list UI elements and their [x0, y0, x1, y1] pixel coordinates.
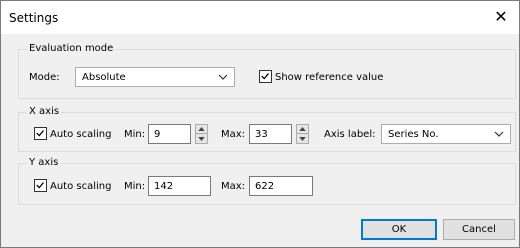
evaluation-mode-label: Evaluation mode: [27, 43, 116, 54]
x-max-value: 33: [255, 129, 268, 140]
mode-select[interactable]: Absolute: [75, 67, 235, 87]
x-max-input[interactable]: 33: [249, 124, 292, 144]
x-min-input[interactable]: 9: [148, 124, 191, 144]
y-min-input[interactable]: 142: [148, 176, 211, 196]
x-auto-scaling-checkbox[interactable]: [34, 127, 47, 140]
y-min-label: Min:: [124, 181, 146, 192]
x-axis-group: X axis Auto scaling Min: 9 Max: 33 Axis …: [18, 106, 516, 152]
chevron-down-icon: [218, 74, 228, 80]
mode-select-value: Absolute: [82, 72, 126, 83]
y-axis-label: Y axis: [27, 157, 61, 168]
checkmark-icon: [261, 73, 269, 80]
axis-label-label: Axis label:: [324, 129, 376, 140]
show-reference-label[interactable]: Show reference value: [275, 72, 383, 83]
cancel-button[interactable]: Cancel: [443, 219, 515, 240]
x-max-label: Max:: [221, 129, 246, 140]
window-title: Settings: [9, 11, 59, 25]
y-max-value: 622: [255, 181, 275, 192]
spinner-down-icon[interactable]: [196, 134, 207, 143]
x-axis-label: X axis: [27, 106, 62, 117]
spinner-up-icon[interactable]: [297, 125, 308, 134]
settings-dialog: Settings ✕ Evaluation mode Mode: Absolut…: [0, 0, 520, 248]
x-max-spinner[interactable]: [296, 124, 309, 144]
evaluation-mode-group: Evaluation mode Mode: Absolute Show refe…: [18, 43, 516, 99]
y-axis-group: Y axis Auto scaling Min: 142 Max: 622: [18, 157, 516, 205]
x-min-value: 9: [154, 129, 161, 140]
mode-label: Mode:: [29, 72, 60, 83]
axis-label-value: Series No.: [388, 129, 439, 140]
y-max-input[interactable]: 622: [249, 176, 313, 196]
x-min-label: Min:: [124, 129, 146, 140]
show-reference-checkbox[interactable]: [259, 70, 272, 83]
spinner-up-icon[interactable]: [196, 125, 207, 134]
close-icon[interactable]: ✕: [491, 7, 511, 27]
ok-button[interactable]: OK: [361, 219, 437, 240]
chevron-down-icon: [494, 131, 504, 137]
y-auto-scaling-checkbox[interactable]: [34, 179, 47, 192]
axis-label-select[interactable]: Series No.: [381, 124, 511, 144]
checkmark-icon: [36, 182, 44, 189]
x-min-spinner[interactable]: [195, 124, 208, 144]
x-auto-scaling-label[interactable]: Auto scaling: [50, 129, 111, 140]
checkmark-icon: [36, 130, 44, 137]
y-max-label: Max:: [221, 181, 246, 192]
y-auto-scaling-label[interactable]: Auto scaling: [50, 181, 111, 192]
title-bar: Settings ✕: [1, 1, 519, 34]
spinner-down-icon[interactable]: [297, 134, 308, 143]
y-min-value: 142: [154, 181, 174, 192]
